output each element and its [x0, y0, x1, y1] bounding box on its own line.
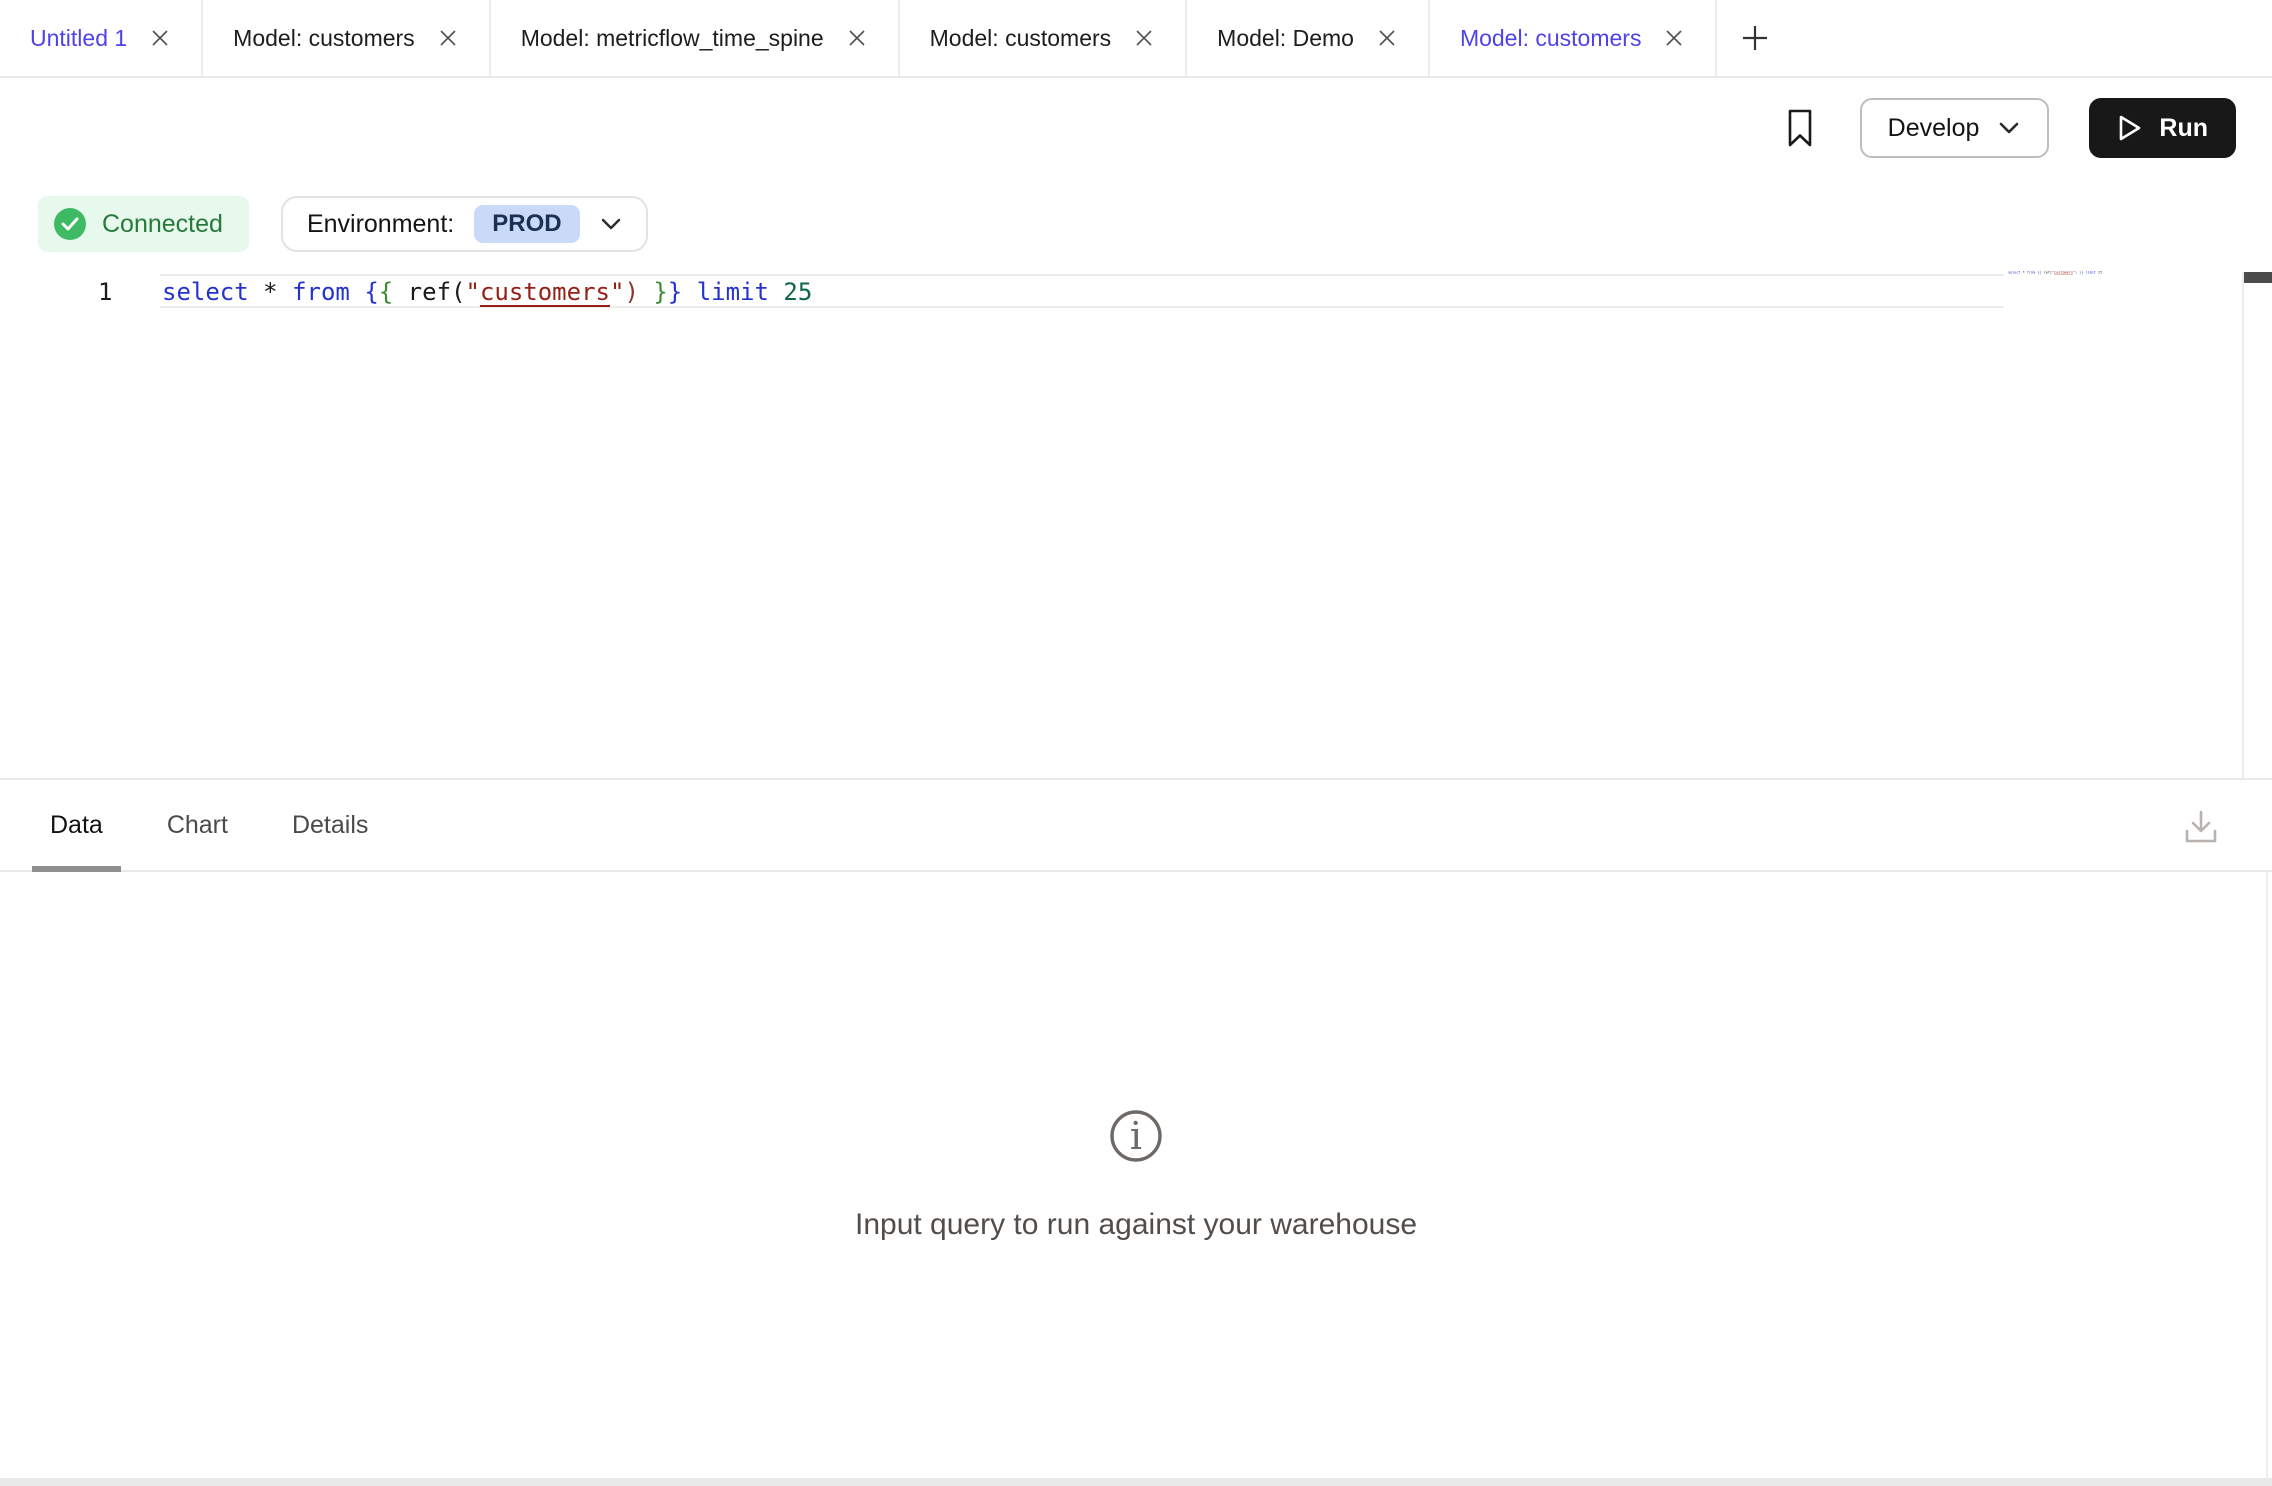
editor-tab[interactable]: Untitled 1: [0, 0, 203, 76]
code-token: [769, 278, 783, 306]
minimap-line: select * from {{ ref("customers") }} lim…: [2008, 270, 2025, 275]
code-token: [639, 278, 653, 306]
close-icon[interactable]: [149, 27, 171, 49]
close-icon[interactable]: [1376, 27, 1398, 49]
play-icon: [2117, 114, 2143, 142]
code-token: limit: [2086, 270, 2096, 274]
connected-label: Connected: [102, 210, 223, 239]
results-tab[interactable]: Details: [274, 780, 386, 870]
empty-state: i Input query to run against your wareho…: [0, 1108, 2272, 1242]
environment-label: Environment:: [307, 210, 454, 239]
code-token: [350, 278, 364, 306]
code-line[interactable]: select * from {{ ref("customers") }} lim…: [162, 276, 812, 308]
bottom-divider: [0, 1478, 2272, 1486]
code-token: [278, 278, 292, 306]
code-token: (: [451, 278, 465, 306]
editor-tab[interactable]: Model: customers: [1430, 0, 1718, 76]
code-editor[interactable]: 1 select * from {{ ref("customers") }} l…: [0, 258, 2272, 778]
editor-tab[interactable]: Model: customers: [203, 0, 491, 76]
close-icon[interactable]: [1133, 27, 1155, 49]
develop-button[interactable]: Develop: [1860, 98, 2050, 158]
code-token: ): [624, 278, 638, 306]
tab-label: Model: Demo: [1217, 25, 1354, 52]
tab-label: Model: customers: [930, 25, 1112, 52]
editor-tab[interactable]: Model: Demo: [1187, 0, 1430, 76]
connected-badge: Connected: [38, 196, 249, 252]
toolbar: Develop Run: [0, 80, 2272, 200]
code-token: customers: [2054, 270, 2073, 274]
code-token: {: [364, 278, 378, 306]
download-button[interactable]: [2180, 806, 2222, 848]
results-tab[interactable]: Chart: [149, 780, 246, 870]
results-tab-label: Chart: [167, 811, 228, 840]
bookmark-icon: [1784, 107, 1816, 149]
code-token: }: [653, 278, 667, 306]
tab-bar: Untitled 1 Model: customers Model: metri…: [0, 0, 2272, 78]
code-token: [249, 278, 263, 306]
develop-label: Develop: [1888, 114, 1980, 143]
environment-badge: PROD: [474, 205, 579, 243]
code-token: [682, 278, 696, 306]
code-token: ": [610, 278, 624, 306]
chevron-down-icon: [1997, 120, 2021, 136]
tab-label: Model: metricflow_time_spine: [521, 25, 824, 52]
tab-label: Model: customers: [1460, 25, 1642, 52]
editor-tab[interactable]: Model: customers: [900, 0, 1188, 76]
info-icon: i: [1108, 1108, 1164, 1164]
code-token: ": [465, 278, 479, 306]
editor-tab[interactable]: Model: metricflow_time_spine: [491, 0, 900, 76]
code-token: select: [2008, 270, 2021, 274]
code-token: limit: [697, 278, 769, 306]
download-icon: [2180, 806, 2222, 848]
close-icon[interactable]: [437, 27, 459, 49]
code-token: {: [379, 278, 393, 306]
code-token: from: [2027, 270, 2035, 274]
code-token: 25: [2098, 270, 2102, 274]
run-label: Run: [2159, 114, 2208, 143]
code-token: ref: [408, 278, 451, 306]
bookmark-button[interactable]: [1780, 98, 1820, 158]
results-tab[interactable]: Data: [32, 780, 121, 870]
results-tab-bar: Data Chart Details: [0, 778, 2272, 872]
code-token: [393, 278, 407, 306]
tab-label: Model: customers: [233, 25, 415, 52]
empty-state-message: Input query to run against your warehous…: [855, 1208, 1417, 1242]
environment-selector[interactable]: Environment: PROD: [281, 196, 648, 252]
new-tab-button[interactable]: [1717, 0, 1793, 76]
minimap[interactable]: select * from {{ ref("customers") }} lim…: [2008, 270, 2128, 294]
close-icon[interactable]: [1663, 27, 1685, 49]
code-token: *: [263, 278, 277, 306]
close-icon[interactable]: [846, 27, 868, 49]
results-tab-label: Data: [50, 811, 103, 840]
run-button[interactable]: Run: [2089, 98, 2236, 158]
code-token: customers: [480, 278, 610, 306]
status-row: Connected Environment: PROD: [38, 196, 648, 252]
code-token: }: [668, 278, 682, 306]
tab-label: Untitled 1: [30, 25, 127, 52]
editor-scrollbar[interactable]: [2242, 272, 2272, 778]
code-token: from: [292, 278, 350, 306]
check-icon: [54, 208, 86, 240]
results-tab-label: Details: [292, 811, 368, 840]
chevron-down-icon: [600, 217, 622, 231]
code-token: select: [162, 278, 249, 306]
line-number: 1: [98, 276, 112, 308]
code-token: 25: [783, 278, 812, 306]
plus-icon: [1739, 22, 1771, 54]
scrollbar-thumb[interactable]: [2244, 272, 2272, 283]
svg-text:i: i: [1130, 1114, 1142, 1158]
